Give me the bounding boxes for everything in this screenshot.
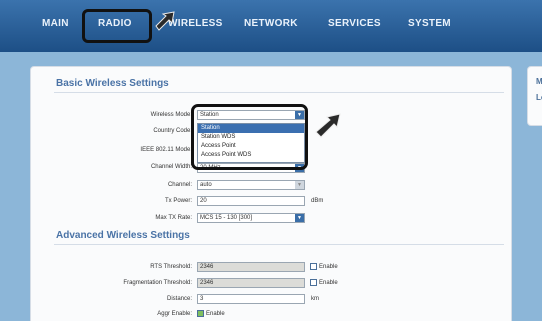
channel-select[interactable]: auto ▼ <box>197 180 305 190</box>
aggr-enable-checkbox[interactable] <box>197 310 204 317</box>
dropdown-highlight-box <box>191 104 308 170</box>
dropdown-arrow-icon <box>315 113 341 138</box>
max-tx-rate-label: Max TX Rate: <box>155 215 192 221</box>
nav-tab-services[interactable]: SERVICES <box>328 18 381 29</box>
fragmentation-threshold-value: 2346 <box>200 280 214 286</box>
channel-label: Channel: <box>167 182 192 188</box>
rts-enable-checkbox[interactable] <box>310 263 317 270</box>
basic-settings-title: Basic Wireless Settings <box>56 78 169 89</box>
rts-threshold-input[interactable]: 2346 <box>197 262 305 272</box>
fragmentation-enable-checkbox[interactable] <box>310 279 317 286</box>
ieee-mode-label: IEEE 802.11 Mode: <box>140 147 192 153</box>
channel-width-label: Channel Width: <box>150 164 192 170</box>
fragmentation-enable-label: Enable <box>319 280 338 286</box>
rts-threshold-value: 2346 <box>200 264 214 270</box>
country-code-label: Country Code: <box>153 128 192 134</box>
fragmentation-threshold-input[interactable]: 2346 <box>197 278 305 288</box>
side-panel-line-2: Lo <box>536 93 542 102</box>
wireless-mode-label: Wireless Mode: <box>150 112 192 118</box>
max-tx-rate-select[interactable]: MCS 15 - 130 [300] ▼ <box>197 213 305 223</box>
basic-settings-divider <box>54 92 504 93</box>
max-tx-rate-value: MCS 15 - 130 [300] <box>200 215 253 221</box>
nav-tab-network[interactable]: NETWORK <box>244 18 298 29</box>
chevron-down-icon[interactable]: ▼ <box>295 214 304 222</box>
tx-power-label: Tx Power: <box>164 198 192 204</box>
tx-power-unit: dBm <box>311 198 324 204</box>
chevron-down-icon[interactable]: ▼ <box>295 181 304 189</box>
rts-enable-label: Enable <box>319 264 338 270</box>
aggr-enable-label: Aggr Enable: <box>157 311 192 317</box>
distance-label: Distance: <box>166 296 192 302</box>
aggr-enable-text: Enable <box>206 311 225 317</box>
side-panel-line-1: M <box>536 77 542 86</box>
tx-power-input[interactable]: 20 <box>197 196 305 206</box>
nav-tab-main[interactable]: MAIN <box>42 18 69 29</box>
advanced-settings-title: Advanced Wireless Settings <box>56 230 190 241</box>
fragmentation-threshold-label: Fragmentation Threshold: <box>123 280 192 286</box>
channel-value: auto <box>200 182 212 188</box>
tx-power-value: 20 <box>200 198 207 204</box>
distance-unit: km <box>311 296 319 302</box>
distance-value: 3 <box>200 296 204 302</box>
radio-tab-arrow-icon <box>155 11 175 31</box>
rts-threshold-label: RTS Threshold: <box>150 264 192 270</box>
radio-tab-highlight-box <box>82 9 152 43</box>
advanced-settings-divider <box>54 244 504 245</box>
side-panel: M Lo <box>527 66 542 126</box>
distance-input[interactable]: 3 <box>197 294 305 304</box>
nav-tab-system[interactable]: SYSTEM <box>408 18 451 29</box>
